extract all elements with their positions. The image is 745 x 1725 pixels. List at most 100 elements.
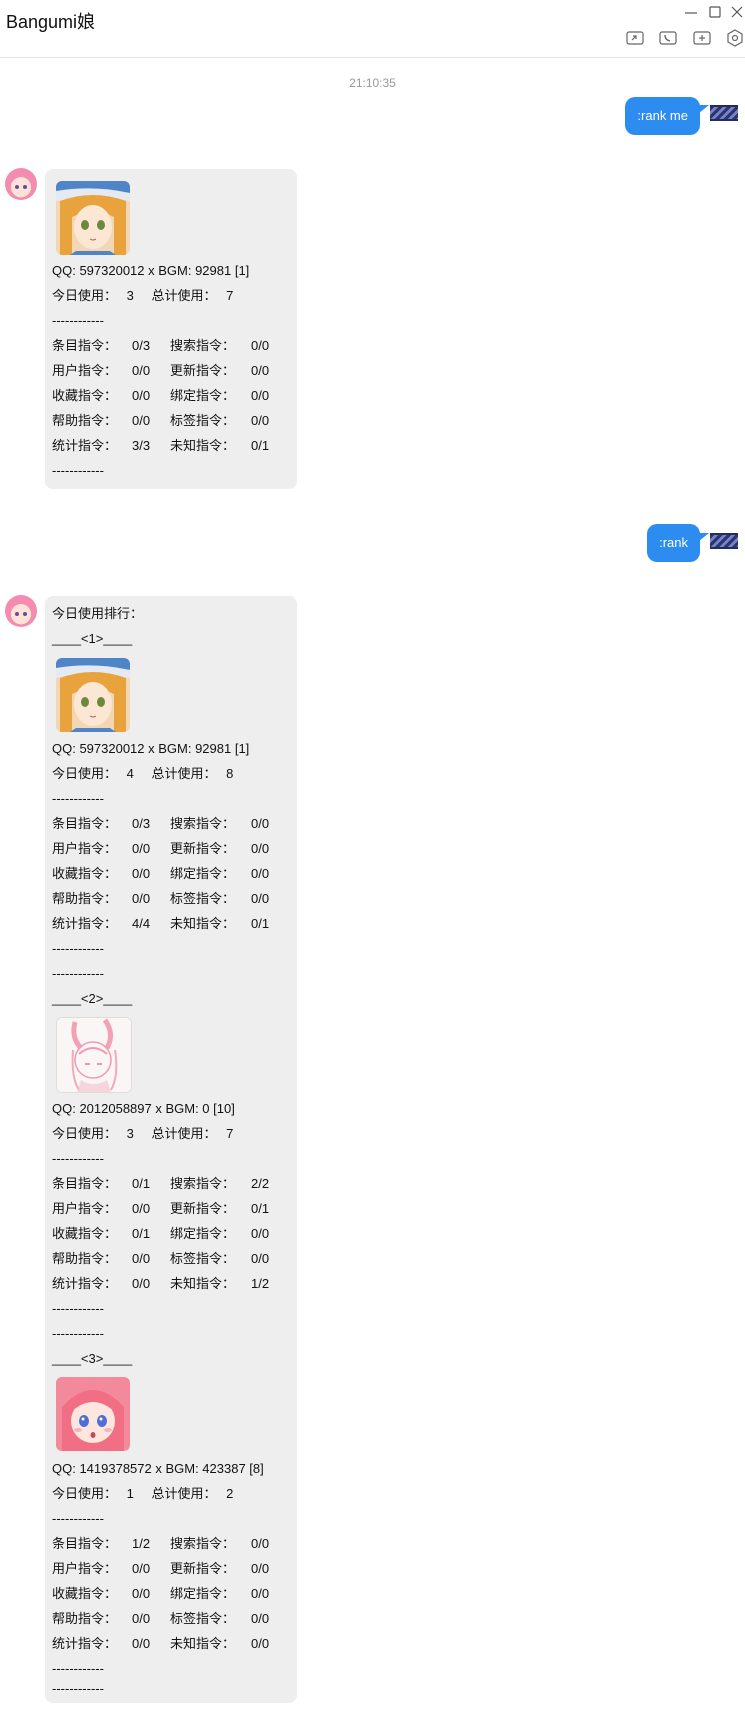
total-usage-value: 7 xyxy=(226,1126,234,1141)
stat-value: 0/0 xyxy=(132,1561,151,1576)
stat-row: 收藏指令： 0/1 绑定指令： 0/0 xyxy=(52,1224,292,1244)
stat-label: 未知指令： xyxy=(170,438,236,453)
stat-value: 0/0 xyxy=(132,413,151,428)
stat-label: 用户指令： xyxy=(52,841,118,856)
message-text: :rank xyxy=(659,535,688,550)
stat-value: 0/1 xyxy=(132,1226,151,1241)
outgoing-message[interactable]: :rank xyxy=(647,524,700,562)
window-title: Bangumi娘 xyxy=(6,12,96,32)
today-usage-label: 今日使用： xyxy=(52,288,118,303)
stat-label: 更新指令： xyxy=(170,363,236,378)
screen-share-icon[interactable] xyxy=(624,27,646,49)
stat-row: 用户指令： 0/0 更新指令： 0/0 xyxy=(52,361,292,381)
stat-value: 0/0 xyxy=(132,891,151,906)
incoming-message[interactable]: 今日使用排行： ____<1>____ QQ: 597320012 x BGM:… xyxy=(45,596,297,1703)
total-usage-label: 总计使用： xyxy=(151,1126,217,1141)
stat-label: 标签指令： xyxy=(170,1611,236,1626)
bot-avatar[interactable] xyxy=(5,595,37,627)
separator: ------------ xyxy=(52,1151,104,1166)
today-usage-label: 今日使用： xyxy=(52,1126,118,1141)
stat-label: 用户指令： xyxy=(52,363,118,378)
today-usage-value: 4 xyxy=(126,766,134,781)
title-bar: Bangumi娘 xyxy=(0,0,745,58)
stat-label: 绑定指令： xyxy=(170,866,236,881)
settings-icon[interactable] xyxy=(724,27,745,49)
stat-row: 帮助指令： 0/0 标签指令： 0/0 xyxy=(52,1609,292,1629)
separator: ------------ xyxy=(52,463,104,478)
stat-row: 收藏指令： 0/0 绑定指令： 0/0 xyxy=(52,386,292,406)
stat-row: 用户指令： 0/0 更新指令： 0/1 xyxy=(52,1199,292,1219)
separator: ------------ xyxy=(52,941,104,956)
stat-row: 帮助指令： 0/0 标签指令： 0/0 xyxy=(52,411,292,431)
stat-label: 绑定指令： xyxy=(170,1226,236,1241)
separator: ------------ xyxy=(52,1681,104,1696)
total-usage-label: 总计使用： xyxy=(151,766,217,781)
stat-value: 4/4 xyxy=(132,916,151,931)
incoming-message[interactable]: QQ: 597320012 x BGM: 92981 [1] 今日使用： 3 总… xyxy=(45,169,297,489)
usage-summary: 今日使用： 3 总计使用： 7 xyxy=(52,286,233,306)
stat-label: 收藏指令： xyxy=(52,866,118,881)
stat-row: 条目指令： 0/3 搜索指令： 0/0 xyxy=(52,814,292,834)
qq-info-line: QQ: 1419378572 x BGM: 423387 [8] xyxy=(52,1461,264,1476)
today-usage-value: 3 xyxy=(126,288,134,303)
stat-value: 0/0 xyxy=(251,1251,270,1266)
stat-label: 标签指令： xyxy=(170,891,236,906)
separator: ------------ xyxy=(52,966,104,981)
qq-info-line: QQ: 597320012 x BGM: 92981 [1] xyxy=(52,741,250,756)
stat-value: 0/0 xyxy=(251,388,270,403)
stat-label: 更新指令： xyxy=(170,841,236,856)
stat-label: 用户指令： xyxy=(52,1201,118,1216)
stat-value: 0/0 xyxy=(251,1586,270,1601)
separator: ------------ xyxy=(52,313,104,328)
stat-label: 帮助指令： xyxy=(52,1611,118,1626)
bubble-tail-icon xyxy=(699,533,709,541)
stat-label: 未知指令： xyxy=(170,916,236,931)
stat-value: 0/0 xyxy=(132,363,151,378)
avatar-blonde-hat xyxy=(56,181,130,255)
stat-label: 搜索指令： xyxy=(170,338,236,353)
stat-value: 0/0 xyxy=(132,1636,151,1651)
today-usage-value: 1 xyxy=(126,1486,134,1501)
stat-value: 3/3 xyxy=(132,438,151,453)
avatar-blonde-hat xyxy=(56,658,130,732)
user-avatar[interactable] xyxy=(710,533,738,549)
stat-label: 条目指令： xyxy=(52,1176,118,1191)
stat-value: 0/0 xyxy=(132,1251,151,1266)
bot-avatar[interactable] xyxy=(5,168,37,200)
stat-row: 统计指令： 0/0 未知指令： 1/2 xyxy=(52,1274,292,1294)
user-avatar[interactable] xyxy=(710,105,738,121)
add-member-icon[interactable] xyxy=(691,27,713,49)
rank-label: ____<2>____ xyxy=(52,991,133,1006)
stat-row: 统计指令： 0/0 未知指令： 0/0 xyxy=(52,1634,292,1654)
separator: ------------ xyxy=(52,1511,104,1526)
stat-row: 用户指令： 0/0 更新指令： 0/0 xyxy=(52,1559,292,1579)
minimize-icon[interactable] xyxy=(682,3,700,21)
maximize-icon[interactable] xyxy=(706,3,724,21)
stat-value: 0/3 xyxy=(132,338,151,353)
stat-value: 2/2 xyxy=(251,1176,270,1191)
stat-label: 帮助指令： xyxy=(52,891,118,906)
stat-row: 收藏指令： 0/0 绑定指令： 0/0 xyxy=(52,864,292,884)
message-timestamp: 21:10:35 xyxy=(349,76,396,90)
close-icon[interactable] xyxy=(728,3,745,21)
today-usage-label: 今日使用： xyxy=(52,1486,118,1501)
outgoing-message[interactable]: :rank me xyxy=(625,97,700,135)
rank-label: ____<3>____ xyxy=(52,1351,133,1366)
stat-value: 0/0 xyxy=(132,866,151,881)
stat-row: 统计指令： 4/4 未知指令： 0/1 xyxy=(52,914,292,934)
stat-label: 标签指令： xyxy=(170,413,236,428)
stat-label: 统计指令： xyxy=(52,1636,118,1651)
avatar-pink-girl xyxy=(56,1377,130,1451)
message-text: :rank me xyxy=(637,108,688,123)
stat-row: 条目指令： 0/1 搜索指令： 2/2 xyxy=(52,1174,292,1194)
stat-row: 条目指令： 1/2 搜索指令： 0/0 xyxy=(52,1534,292,1554)
stat-label: 统计指令： xyxy=(52,1276,118,1291)
rank-label: ____<1>____ xyxy=(52,631,133,646)
stat-label: 条目指令： xyxy=(52,816,118,831)
today-usage-label: 今日使用： xyxy=(52,766,118,781)
stat-label: 未知指令： xyxy=(170,1276,236,1291)
stat-value: 0/0 xyxy=(132,388,151,403)
stat-value: 0/0 xyxy=(251,841,270,856)
phone-icon[interactable] xyxy=(657,27,679,49)
usage-summary: 今日使用： 1 总计使用： 2 xyxy=(52,1484,233,1504)
